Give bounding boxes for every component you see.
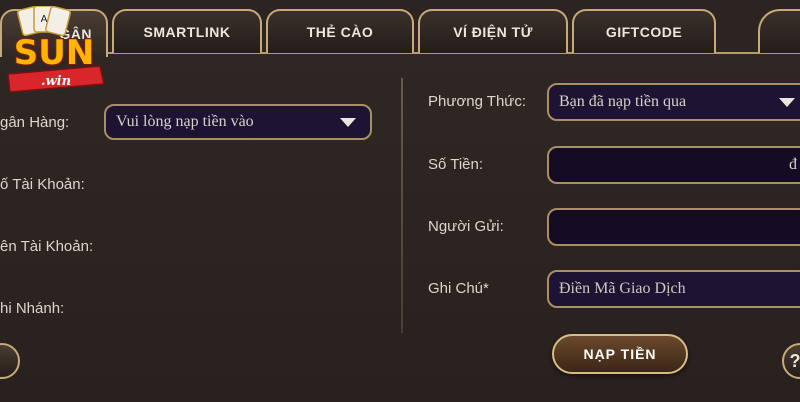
account-name-label: ên Tài Khoản: bbox=[0, 238, 93, 255]
method-select[interactable]: Bạn đã nạp tiền qua bbox=[547, 83, 800, 121]
close-tab-edge[interactable] bbox=[758, 9, 800, 53]
tab-smartlink[interactable]: SMARTLINK bbox=[112, 9, 262, 53]
sender-input[interactable] bbox=[547, 208, 800, 246]
amount-input[interactable]: đ bbox=[547, 146, 800, 184]
bank-label: gân Hàng: bbox=[0, 114, 69, 131]
deposit-button[interactable]: NẠP TIỀN bbox=[552, 334, 688, 374]
tab-bar: GÂN SMARTLINK THẺ CÀO VÍ ĐIỆN TỬ GIFTCOD… bbox=[0, 0, 800, 56]
playing-cards-icon: A bbox=[17, 6, 71, 36]
currency-suffix: đ bbox=[789, 156, 797, 174]
tab-giftcode[interactable]: GIFTCODE bbox=[572, 9, 716, 53]
sunwin-logo: A SUN .win bbox=[0, 6, 108, 98]
tab-e-wallet[interactable]: VÍ ĐIỆN TỬ bbox=[418, 9, 568, 53]
branch-label: hi Nhánh: bbox=[0, 300, 64, 317]
note-input[interactable]: Điền Mã Giao Dịch bbox=[547, 270, 800, 308]
bank-select-value: Vui lòng nạp tiền vào bbox=[116, 113, 254, 131]
method-label: Phương Thức: bbox=[428, 93, 526, 110]
column-divider bbox=[401, 78, 403, 333]
account-number-label: ố Tài Khoản: bbox=[0, 176, 85, 193]
chevron-down-icon[interactable] bbox=[340, 118, 356, 127]
method-select-value: Bạn đã nạp tiền qua bbox=[559, 93, 686, 111]
svg-text:.win: .win bbox=[41, 74, 71, 89]
note-label: Ghi Chú* bbox=[428, 280, 489, 297]
chevron-down-icon[interactable] bbox=[779, 98, 795, 107]
note-placeholder: Điền Mã Giao Dịch bbox=[559, 280, 686, 298]
tab-scratch-card[interactable]: THẺ CÀO bbox=[266, 9, 414, 53]
amount-label: Số Tiền: bbox=[428, 156, 483, 173]
bank-select[interactable]: Vui lòng nạp tiền vào bbox=[104, 104, 372, 140]
sender-label: Người Gửi: bbox=[428, 218, 504, 235]
svg-text:A: A bbox=[41, 14, 48, 25]
help-icon: ? bbox=[790, 351, 800, 372]
